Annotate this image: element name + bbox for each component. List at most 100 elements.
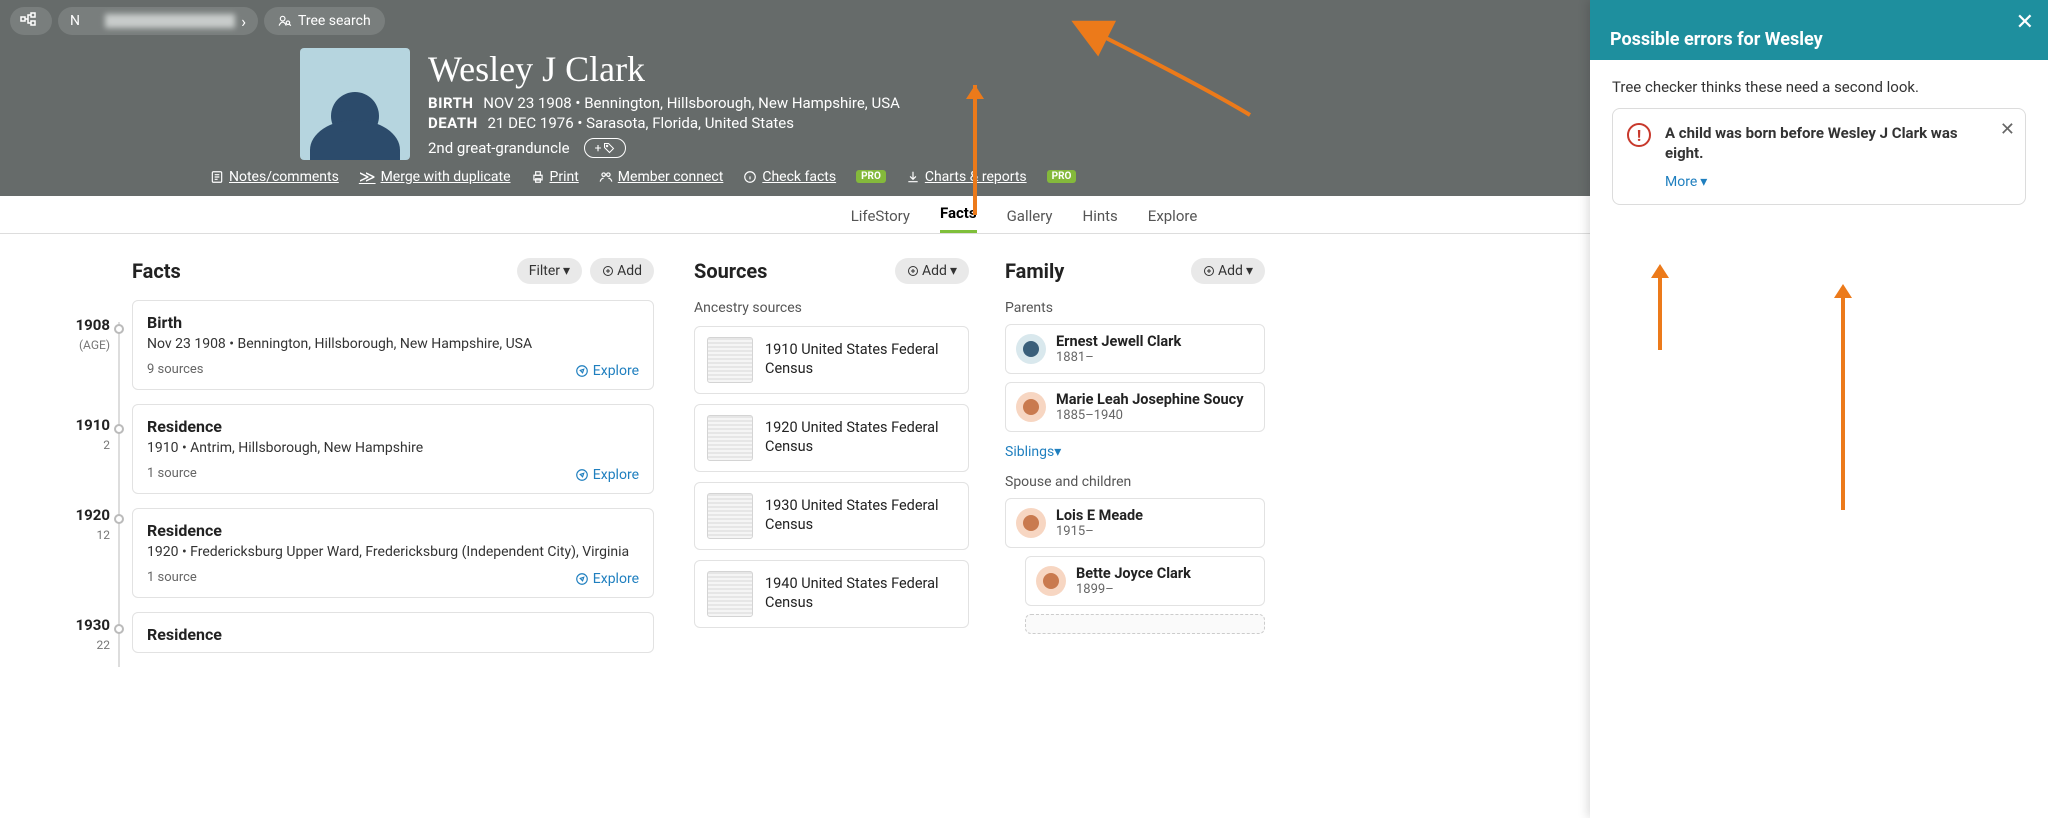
source-thumb (707, 415, 753, 461)
source-card[interactable]: 1920 United States Federal Census (694, 404, 969, 472)
tree-nodes-icon (20, 12, 36, 30)
timeline-age: (AGE) (79, 338, 110, 352)
family-card[interactable]: Ernest Jewell Clark1881– (1005, 324, 1265, 374)
siblings-toggle[interactable]: Siblings ▾ (1005, 444, 1061, 460)
merge-link[interactable]: ≫ Merge with duplicate (359, 167, 511, 186)
fact-title: Residence (147, 521, 639, 540)
family-name: Ernest Jewell Clark (1056, 333, 1181, 350)
alert-more-link[interactable]: More ▾ (1665, 174, 1707, 190)
source-title: 1930 United States Federal Census (765, 497, 956, 535)
family-title: Family (1005, 259, 1183, 283)
avatar-male-icon (1016, 334, 1046, 364)
fact-sources-count: 9 sources (147, 362, 639, 377)
charts-link[interactable]: Charts & reports (906, 169, 1027, 185)
explore-link[interactable]: Explore (575, 467, 639, 483)
spouse-label: Spouse and children (1005, 474, 1265, 490)
plus-circle-icon (1203, 265, 1215, 277)
death-value: 21 DEC 1976 • Sarasota, Florida, United … (487, 114, 794, 132)
fact-card[interactable]: Residence 1920 • Fredericksburg Upper Wa… (132, 508, 654, 598)
chevron-down-icon: ▾ (1700, 174, 1707, 190)
explore-link[interactable]: Explore (575, 571, 639, 587)
family-card[interactable]: Marie Leah Josephine Soucy1885–1940 (1005, 382, 1265, 432)
fact-card[interactable]: Residence 1910 • Antrim, Hillsborough, N… (132, 404, 654, 494)
errors-panel: Possible errors for Wesley ✕ Tree checke… (1590, 0, 2048, 818)
source-card[interactable]: 1940 United States Federal Census (694, 560, 969, 628)
fact-card[interactable]: Birth Nov 23 1908 • Bennington, Hillsbor… (132, 300, 654, 390)
timeline-year: 1920 (10, 506, 110, 524)
fact-detail: Nov 23 1908 • Bennington, Hillsborough, … (147, 336, 639, 352)
tree-icon-button[interactable] (10, 7, 52, 35)
source-thumb (707, 571, 753, 617)
panel-close-button[interactable]: ✕ (2016, 10, 2034, 35)
compass-icon (575, 572, 589, 586)
chevron-down-icon: ▾ (1054, 444, 1061, 460)
timeline-age: 2 (103, 438, 110, 452)
tab-gallery[interactable]: Gallery (1007, 207, 1053, 233)
add-source-button[interactable]: Add ▾ (895, 258, 969, 284)
tab-explore[interactable]: Explore (1148, 207, 1198, 233)
plus-circle-icon (907, 265, 919, 277)
timeline-age: 12 (97, 528, 111, 542)
alert-close-button[interactable]: ✕ (2000, 119, 2015, 140)
family-dates: 1881– (1056, 350, 1181, 365)
source-title: 1910 United States Federal Census (765, 341, 956, 379)
tag-icon (603, 142, 615, 154)
add-fact-button[interactable]: Add (590, 258, 654, 284)
download-icon (906, 170, 920, 184)
warning-icon: ! (1627, 123, 1651, 147)
breadcrumb-text: N (70, 13, 105, 29)
source-title: 1920 United States Federal Census (765, 419, 956, 457)
plus-icon: + (595, 141, 602, 155)
family-name: Marie Leah Josephine Soucy (1056, 391, 1244, 408)
person-avatar[interactable] (300, 48, 410, 160)
fact-detail: 1910 • Antrim, Hillsborough, New Hampshi… (147, 440, 639, 456)
pro-badge: PRO (1047, 170, 1077, 183)
tab-lifestory[interactable]: LifeStory (851, 207, 910, 233)
family-card[interactable]: Lois E Meade1915– (1005, 498, 1265, 548)
sources-sublabel: Ancestry sources (694, 300, 969, 316)
error-alert-card[interactable]: ! ✕ A child was born before Wesley J Cla… (1612, 108, 2026, 205)
tree-search-button[interactable]: Tree search (264, 7, 385, 35)
filter-button[interactable]: Filter ▾ (517, 258, 582, 284)
tree-search-label: Tree search (298, 13, 371, 29)
explore-link[interactable]: Explore (575, 363, 639, 379)
timeline-year: 1910 (10, 416, 110, 434)
person-name: Wesley J Clark (428, 48, 900, 90)
tab-facts[interactable]: Facts (940, 204, 977, 233)
timeline-year: 1930 (10, 616, 110, 634)
add-tag-button[interactable]: + (584, 138, 627, 158)
tab-hints[interactable]: Hints (1083, 207, 1118, 233)
breadcrumb-blurred (105, 14, 235, 28)
chevron-down-icon: ▾ (950, 263, 957, 279)
compass-icon (575, 468, 589, 482)
fact-sources-count: 1 source (147, 466, 639, 481)
family-name: Lois E Meade (1056, 507, 1143, 524)
fact-detail: 1920 • Fredericksburg Upper Ward, Freder… (147, 544, 639, 560)
member-connect-link[interactable]: Member connect (599, 169, 724, 185)
source-card[interactable]: 1930 United States Federal Census (694, 482, 969, 550)
source-thumb (707, 493, 753, 539)
fact-sources-count: 1 source (147, 570, 639, 585)
breadcrumb-pill[interactable]: N › (58, 7, 258, 35)
family-dates: 1885–1940 (1056, 408, 1244, 423)
print-link[interactable]: Print (531, 169, 579, 185)
check-facts-link[interactable]: Check facts (743, 169, 836, 185)
source-card[interactable]: 1910 United States Federal Census (694, 326, 969, 394)
add-child-placeholder[interactable] (1025, 614, 1265, 634)
relation-text: 2nd great-granduncle (428, 139, 570, 157)
timeline-age: 22 (97, 638, 111, 652)
birth-label: BIRTH (428, 94, 474, 112)
pro-badge: PRO (856, 170, 886, 183)
people-search-icon (278, 14, 292, 28)
notes-link[interactable]: Notes/comments (210, 169, 339, 185)
compass-icon (575, 364, 589, 378)
sources-title: Sources (694, 259, 887, 283)
add-family-button[interactable]: Add ▾ (1191, 258, 1265, 284)
family-card[interactable]: Bette Joyce Clark1899– (1025, 556, 1265, 606)
fact-title: Residence (147, 625, 639, 644)
avatar-female-icon (1016, 508, 1046, 538)
parents-label: Parents (1005, 300, 1265, 316)
death-label: DEATH (428, 114, 478, 132)
fact-card[interactable]: Residence (132, 612, 654, 653)
plus-circle-icon (602, 265, 614, 277)
